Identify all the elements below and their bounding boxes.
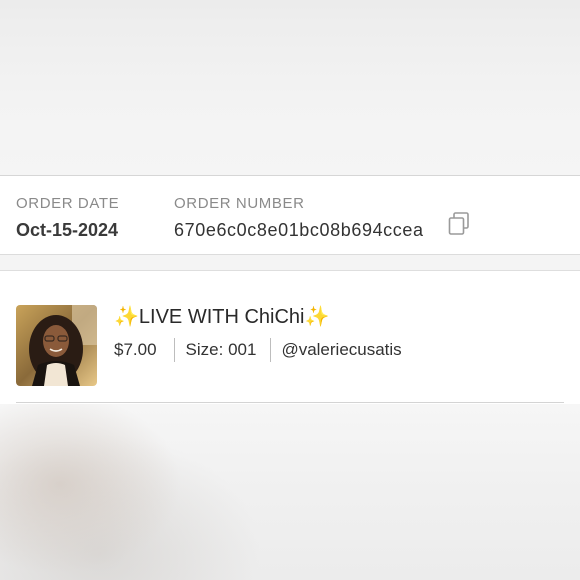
order-date-label: ORDER DATE	[16, 195, 120, 212]
blurred-header-area	[0, 0, 580, 175]
sparkles-icon: ✨	[304, 306, 330, 328]
blurred-footer-area	[0, 404, 580, 580]
section-gap	[0, 255, 580, 271]
item-meta: $7.00 Size: 001 @valeriecusatis	[114, 338, 402, 362]
copy-icon[interactable]	[448, 212, 470, 236]
order-number-label: ORDER NUMBER	[174, 195, 305, 212]
order-meta-section: ORDER DATE Oct-15-2024 ORDER NUMBER 670e…	[0, 175, 580, 255]
sparkles-icon: ✨	[114, 306, 139, 328]
item-price: $7.00	[114, 340, 157, 359]
order-date-value: Oct-15-2024	[16, 220, 119, 240]
item-divider	[16, 402, 564, 403]
item-title-text: LIVE WITH ChiChi	[138, 306, 305, 328]
order-number-value[interactable]: 670e6c0c8e01bc08b694ccea	[174, 219, 424, 241]
meta-divider	[270, 338, 272, 362]
item-title[interactable]: ✨LIVE WITH ChiChi✨	[114, 305, 329, 329]
seller-handle-link[interactable]: @valeriecusatis	[281, 340, 401, 360]
meta-divider	[173, 338, 175, 362]
order-date-block: ORDER DATE Oct-15-2024	[16, 195, 119, 241]
item-size: Size: 001	[185, 340, 257, 359]
order-number-block: ORDER NUMBER 670e6c0c8e01bc08b694ccea	[174, 195, 424, 241]
item-thumbnail[interactable]	[16, 305, 97, 386]
